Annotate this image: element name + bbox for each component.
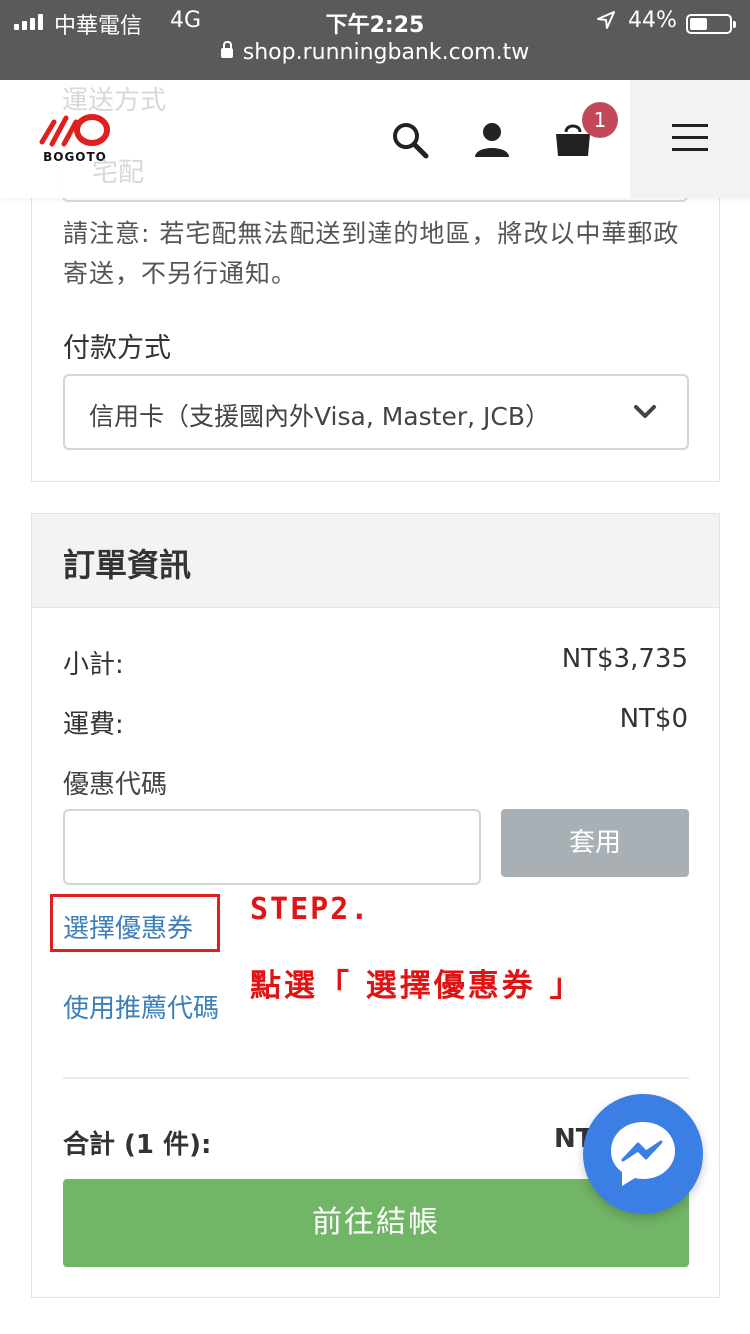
location-arrow-icon: [597, 11, 615, 29]
battery-fill: [690, 18, 707, 30]
referral-code-link[interactable]: 使用推薦代碼: [63, 988, 219, 1025]
shipping-payment-card: 請注意: 若宅配無法配送到達的地區，將改以中華郵政寄送，不另行通知。 付款方式 …: [31, 150, 720, 482]
site-header: 運送方式 宅配 BOGOTO 1: [0, 80, 750, 198]
step-annotation-title: STEP2.: [250, 892, 371, 927]
messenger-icon: [611, 1122, 675, 1186]
menu-icon: [672, 124, 708, 152]
coupon-code-input[interactable]: [63, 809, 481, 885]
url-text: shop.runningbank.com.tw: [242, 40, 530, 65]
battery-icon: [686, 14, 736, 34]
divider: [63, 1077, 689, 1079]
shipping-fee-value: NT$0: [619, 704, 688, 734]
cart-count-badge: 1: [582, 102, 618, 138]
apply-coupon-button[interactable]: 套用: [501, 809, 689, 877]
payment-method-select[interactable]: 信用卡（支援國內外Visa, Master, JCB）: [63, 374, 689, 450]
battery-percent: 44%: [628, 8, 677, 33]
order-info-title: 訂單資訊: [63, 546, 192, 584]
subtotal-value: NT$3,735: [561, 644, 688, 674]
subtotal-label: 小計:: [63, 650, 124, 680]
shipping-method-label: 運送方式: [62, 86, 167, 116]
shipping-fee-label: 運費:: [63, 710, 124, 740]
menu-button[interactable]: [630, 80, 750, 198]
payment-method-value: 信用卡（支援國內外Visa, Master, JCB）: [89, 402, 550, 431]
step-annotation-text: 點選「 選擇優惠券 」: [250, 968, 584, 1004]
total-label: 合計 (1 件):: [63, 1130, 212, 1160]
checkout-button[interactable]: 前往結帳: [63, 1179, 689, 1267]
logo-mark-icon: [39, 114, 110, 147]
address-bar[interactable]: shop.runningbank.com.tw: [0, 40, 750, 65]
shipping-method-value: 宅配: [92, 158, 145, 188]
shipping-notice: 請注意: 若宅配無法配送到達的地區，將改以中華郵政寄送，不另行通知。: [63, 219, 680, 288]
search-icon[interactable]: [390, 120, 430, 160]
select-coupon-link[interactable]: 選擇優惠券: [63, 908, 193, 945]
status-bar: 中華電信 4G 下午2:25 44% shop.runningbank.com.…: [0, 0, 750, 80]
order-info-header: 訂單資訊: [32, 514, 719, 608]
coupon-code-label: 優惠代碼: [63, 770, 168, 800]
messenger-button[interactable]: [583, 1094, 703, 1214]
page: 中華電信 4G 下午2:25 44% shop.runningbank.com.…: [0, 0, 750, 1334]
payment-method-label: 付款方式: [63, 333, 171, 364]
user-icon[interactable]: [472, 120, 512, 160]
chevron-down-icon: [634, 405, 656, 418]
lock-icon: [220, 41, 233, 58]
